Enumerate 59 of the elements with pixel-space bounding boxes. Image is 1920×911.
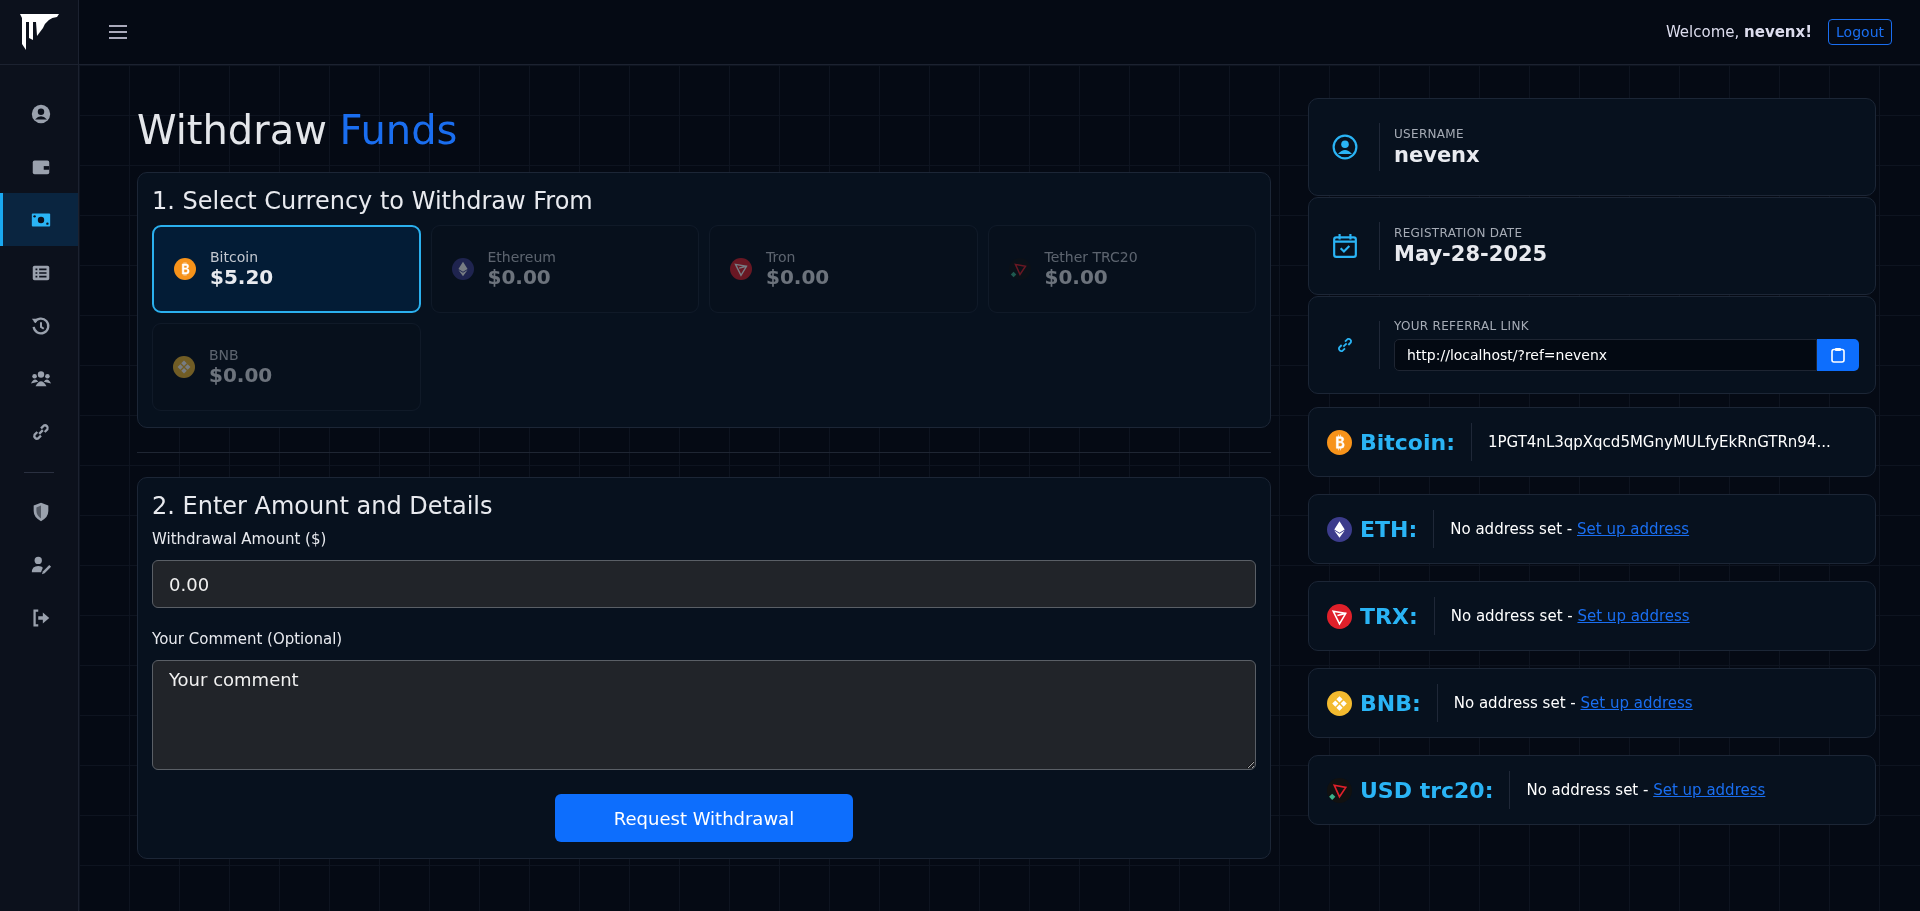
wallet-label: BNB: [1360,690,1421,716]
page-title: Withdraw Funds [137,106,459,154]
setup-address-link[interactable]: Set up address [1580,694,1693,712]
wallet-status: No address set - Set up address [1526,781,1766,799]
coin-icon [1327,777,1352,803]
referral-label: YOUR REFERRAL LINK [1394,319,1530,333]
comment-label: Your Comment (Optional) [152,630,344,648]
amount-field[interactable]: 0.00 [152,560,1256,608]
currency-option[interactable]: Bitcoin $5.20 [152,225,421,313]
username-label: USERNAME [1394,127,1465,141]
coin-icon [730,258,752,280]
menu-icon[interactable] [109,25,127,39]
coin-icon [1327,603,1352,629]
username-value: nevenx [1394,143,1481,167]
setup-address-link[interactable]: Set up address [1577,520,1690,538]
request-withdrawal-button[interactable]: Request Withdrawal [555,794,853,842]
setup-address-link[interactable]: Set up address [1577,607,1690,625]
copy-button[interactable] [1817,339,1859,371]
setup-address-link[interactable]: Set up address [1653,781,1766,799]
welcome-text: Welcome, nevenx! [1665,23,1813,41]
sidebar-item[interactable] [0,193,78,246]
currency-name: Bitcoin [210,249,259,265]
logo-icon[interactable] [17,12,61,52]
coin-icon [1327,516,1352,542]
registration-label: REGISTRATION DATE [1394,226,1524,240]
currency-name: BNB [209,347,240,363]
wallet-label: ETH: [1360,516,1418,542]
clipboard-icon [1831,347,1845,363]
currency-name: Tron [766,249,797,265]
amount-label: Withdrawal Amount ($) [152,530,328,548]
wallet-status: No address set - Set up address [1453,694,1693,712]
currency-balance: $0.00 [1044,265,1109,289]
registration-date: May-28-2025 [1394,242,1549,266]
coin-icon [174,258,196,280]
comment-field[interactable]: Your comment [152,660,1256,770]
logout-button[interactable]: Logout [1828,19,1892,45]
wallet-status: No address set - Set up address [1450,607,1690,625]
currency-name: Ethereum [487,249,556,265]
coin-icon [1327,429,1352,455]
currency-balance: $5.20 [210,265,274,289]
wallet-label: Bitcoin: [1360,429,1455,455]
wallet-status: No address set - Set up address [1450,520,1690,538]
currency-name: Tether TRC20 [1044,249,1138,265]
section-title: 1. Select Currency to Withdraw From [152,187,594,215]
wallet-address: 1PGT4nL3qpXqcd5MGnyMULfyEkRnGTRn94... [1488,433,1831,451]
coin-icon [173,356,195,378]
user-icon [1332,134,1358,160]
link-icon [1335,335,1355,355]
currency-balance: $0.00 [766,265,830,289]
wallet-label: TRX: [1360,603,1418,629]
referral-link-field[interactable]: http://localhost/?ref=nevenx [1394,339,1817,371]
coin-icon [451,258,474,280]
coin-icon [1327,690,1352,716]
currency-balance: $0.00 [209,363,273,387]
section-title: 2. Enter Amount and Details [152,492,494,520]
profile-icon [29,102,52,125]
currency-balance: $0.00 [487,265,552,289]
calendar-icon [1332,233,1358,259]
wallet-label: USD trc20: [1360,777,1494,803]
